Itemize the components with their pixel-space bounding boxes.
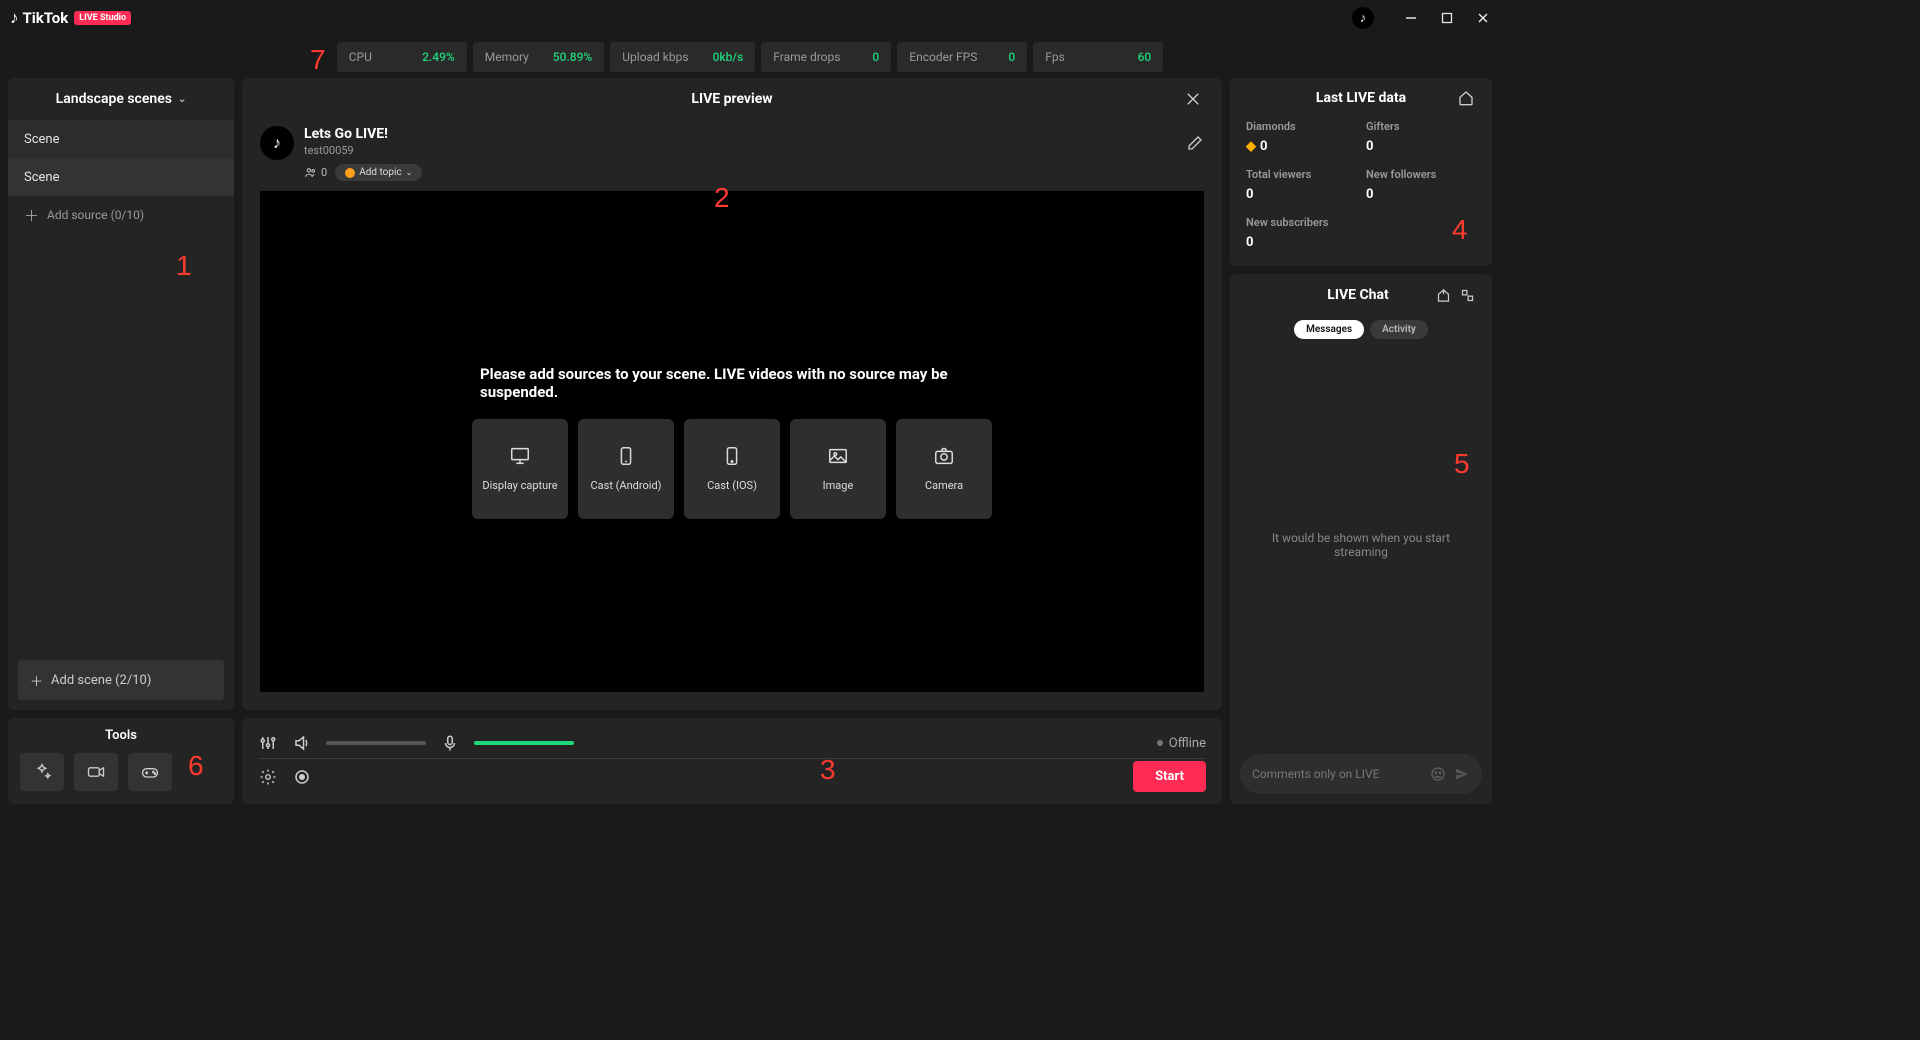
speaker-button[interactable] <box>292 733 312 753</box>
plus-icon: ＋ <box>30 671 43 690</box>
send-icon[interactable] <box>1454 766 1470 782</box>
edit-stream-button[interactable] <box>1186 134 1204 152</box>
stats-row: CPU2.49% Memory50.89% Upload kbps0kb/s F… <box>0 36 1500 78</box>
add-topic-button[interactable]: Add topic ⌄ <box>335 164 422 181</box>
stream-title: Lets Go LIVE! <box>304 126 388 142</box>
app-logo: ♪ TikTok LIVE Studio <box>10 8 131 28</box>
source-image[interactable]: Image <box>790 419 886 519</box>
stat-fps: Fps60 <box>1033 42 1163 72</box>
stream-username: test00059 <box>304 144 388 157</box>
maximize-button[interactable] <box>1440 11 1454 25</box>
tools-panel: Tools <box>8 718 234 804</box>
chat-title: LIVE Chat <box>1286 287 1430 303</box>
source-cast-android[interactable]: Cast (Android) <box>578 419 674 519</box>
status-dot-icon <box>1157 740 1163 746</box>
stat-followers: New followers0 <box>1366 168 1476 202</box>
source-camera[interactable]: Camera <box>896 419 992 519</box>
mixer-button[interactable] <box>258 733 278 753</box>
last-data-title: Last LIVE data <box>1264 90 1458 106</box>
tools-title: Tools <box>105 728 137 743</box>
add-scene-button[interactable]: ＋ Add scene (2/10) <box>18 660 224 700</box>
diamond-icon: ◆ <box>1246 139 1256 154</box>
volume-slider[interactable] <box>326 741 426 745</box>
preview-title: LIVE preview <box>280 91 1184 107</box>
chevron-down-icon: ⌄ <box>406 168 413 177</box>
chat-empty-message: It would be shown when you start streami… <box>1230 345 1492 744</box>
image-icon <box>827 445 849 467</box>
profile-avatar[interactable]: ♪ <box>1352 7 1374 29</box>
start-button[interactable]: Start <box>1133 761 1206 792</box>
home-icon[interactable] <box>1458 90 1476 106</box>
battle-icon[interactable] <box>1184 90 1204 108</box>
app-name: TikTok <box>23 9 69 27</box>
tiktok-note-icon: ♪ <box>10 8 19 28</box>
plus-icon: ＋ <box>24 205 39 226</box>
preview-empty-message: Please add sources to your scene. LIVE v… <box>480 365 984 401</box>
stat-cpu: CPU2.49% <box>337 42 467 72</box>
mic-button[interactable] <box>440 733 460 753</box>
tool-game-button[interactable] <box>128 753 172 791</box>
preview-canvas: Please add sources to your scene. LIVE v… <box>260 191 1204 692</box>
add-scene-label: Add scene (2/10) <box>51 673 151 688</box>
preview-panel: LIVE preview ♪ Lets Go LIVE! test00059 0 <box>242 78 1222 710</box>
phone-icon <box>721 445 743 467</box>
record-button[interactable] <box>292 767 312 787</box>
mic-slider[interactable] <box>474 741 574 745</box>
chat-tab-activity[interactable]: Activity <box>1370 320 1428 339</box>
emoji-icon[interactable] <box>1430 766 1446 782</box>
chat-input-placeholder: Comments only on LIVE <box>1252 767 1379 781</box>
stat-diamonds: Diamonds◆0 <box>1246 120 1356 154</box>
scene-item[interactable]: Scene <box>8 158 234 196</box>
last-data-panel: Last LIVE data Diamonds◆0 Gifters0 Total… <box>1230 78 1492 266</box>
chat-input[interactable]: Comments only on LIVE <box>1240 754 1482 794</box>
viewer-count-value: 0 <box>321 166 327 179</box>
bottombar-panel: Offline Start <box>242 718 1222 804</box>
camera-icon <box>933 445 955 467</box>
titlebar: ♪ TikTok LIVE Studio ♪ <box>0 0 1500 36</box>
popout-icon[interactable] <box>1436 288 1454 303</box>
scenes-dropdown-label: Landscape scenes <box>56 91 172 107</box>
scene-item[interactable]: Scene <box>8 120 234 158</box>
scenes-dropdown[interactable]: Landscape scenes ⌄ <box>8 78 234 120</box>
scenes-panel: Landscape scenes ⌄ Scene Scene ＋ Add sou… <box>8 78 234 710</box>
settings-button[interactable] <box>258 767 278 787</box>
stat-upload: Upload kbps0kb/s <box>610 42 755 72</box>
expand-icon[interactable] <box>1460 288 1478 303</box>
stream-status: Offline <box>1157 736 1206 751</box>
stat-memory: Memory50.89% <box>473 42 605 72</box>
add-topic-label: Add topic <box>359 167 401 178</box>
chevron-down-icon: ⌄ <box>178 94 186 105</box>
topic-dot-icon <box>345 168 355 178</box>
viewer-count: 0 <box>304 166 327 179</box>
close-button[interactable] <box>1476 11 1490 25</box>
monitor-icon <box>509 445 531 467</box>
tool-camera-button[interactable] <box>74 753 118 791</box>
chat-tab-messages[interactable]: Messages <box>1294 320 1364 339</box>
source-display-capture[interactable]: Display capture <box>472 419 568 519</box>
chat-panel: LIVE Chat Messages Activity It would be … <box>1230 274 1492 804</box>
stat-framedrops: Frame drops0 <box>761 42 891 72</box>
tool-effects-button[interactable] <box>20 753 64 791</box>
stream-avatar: ♪ <box>260 126 294 160</box>
source-cast-ios[interactable]: Cast (IOS) <box>684 419 780 519</box>
minimize-button[interactable] <box>1404 11 1418 25</box>
stat-encoder: Encoder FPS0 <box>897 42 1027 72</box>
add-source-button[interactable]: ＋ Add source (0/10) <box>8 196 234 234</box>
add-source-label: Add source (0/10) <box>47 208 144 222</box>
stat-gifters: Gifters0 <box>1366 120 1476 154</box>
app-badge: LIVE Studio <box>74 11 131 25</box>
stat-viewers: Total viewers0 <box>1246 168 1356 202</box>
stat-subscribers: New subscribers0 <box>1246 216 1356 250</box>
phone-icon <box>615 445 637 467</box>
